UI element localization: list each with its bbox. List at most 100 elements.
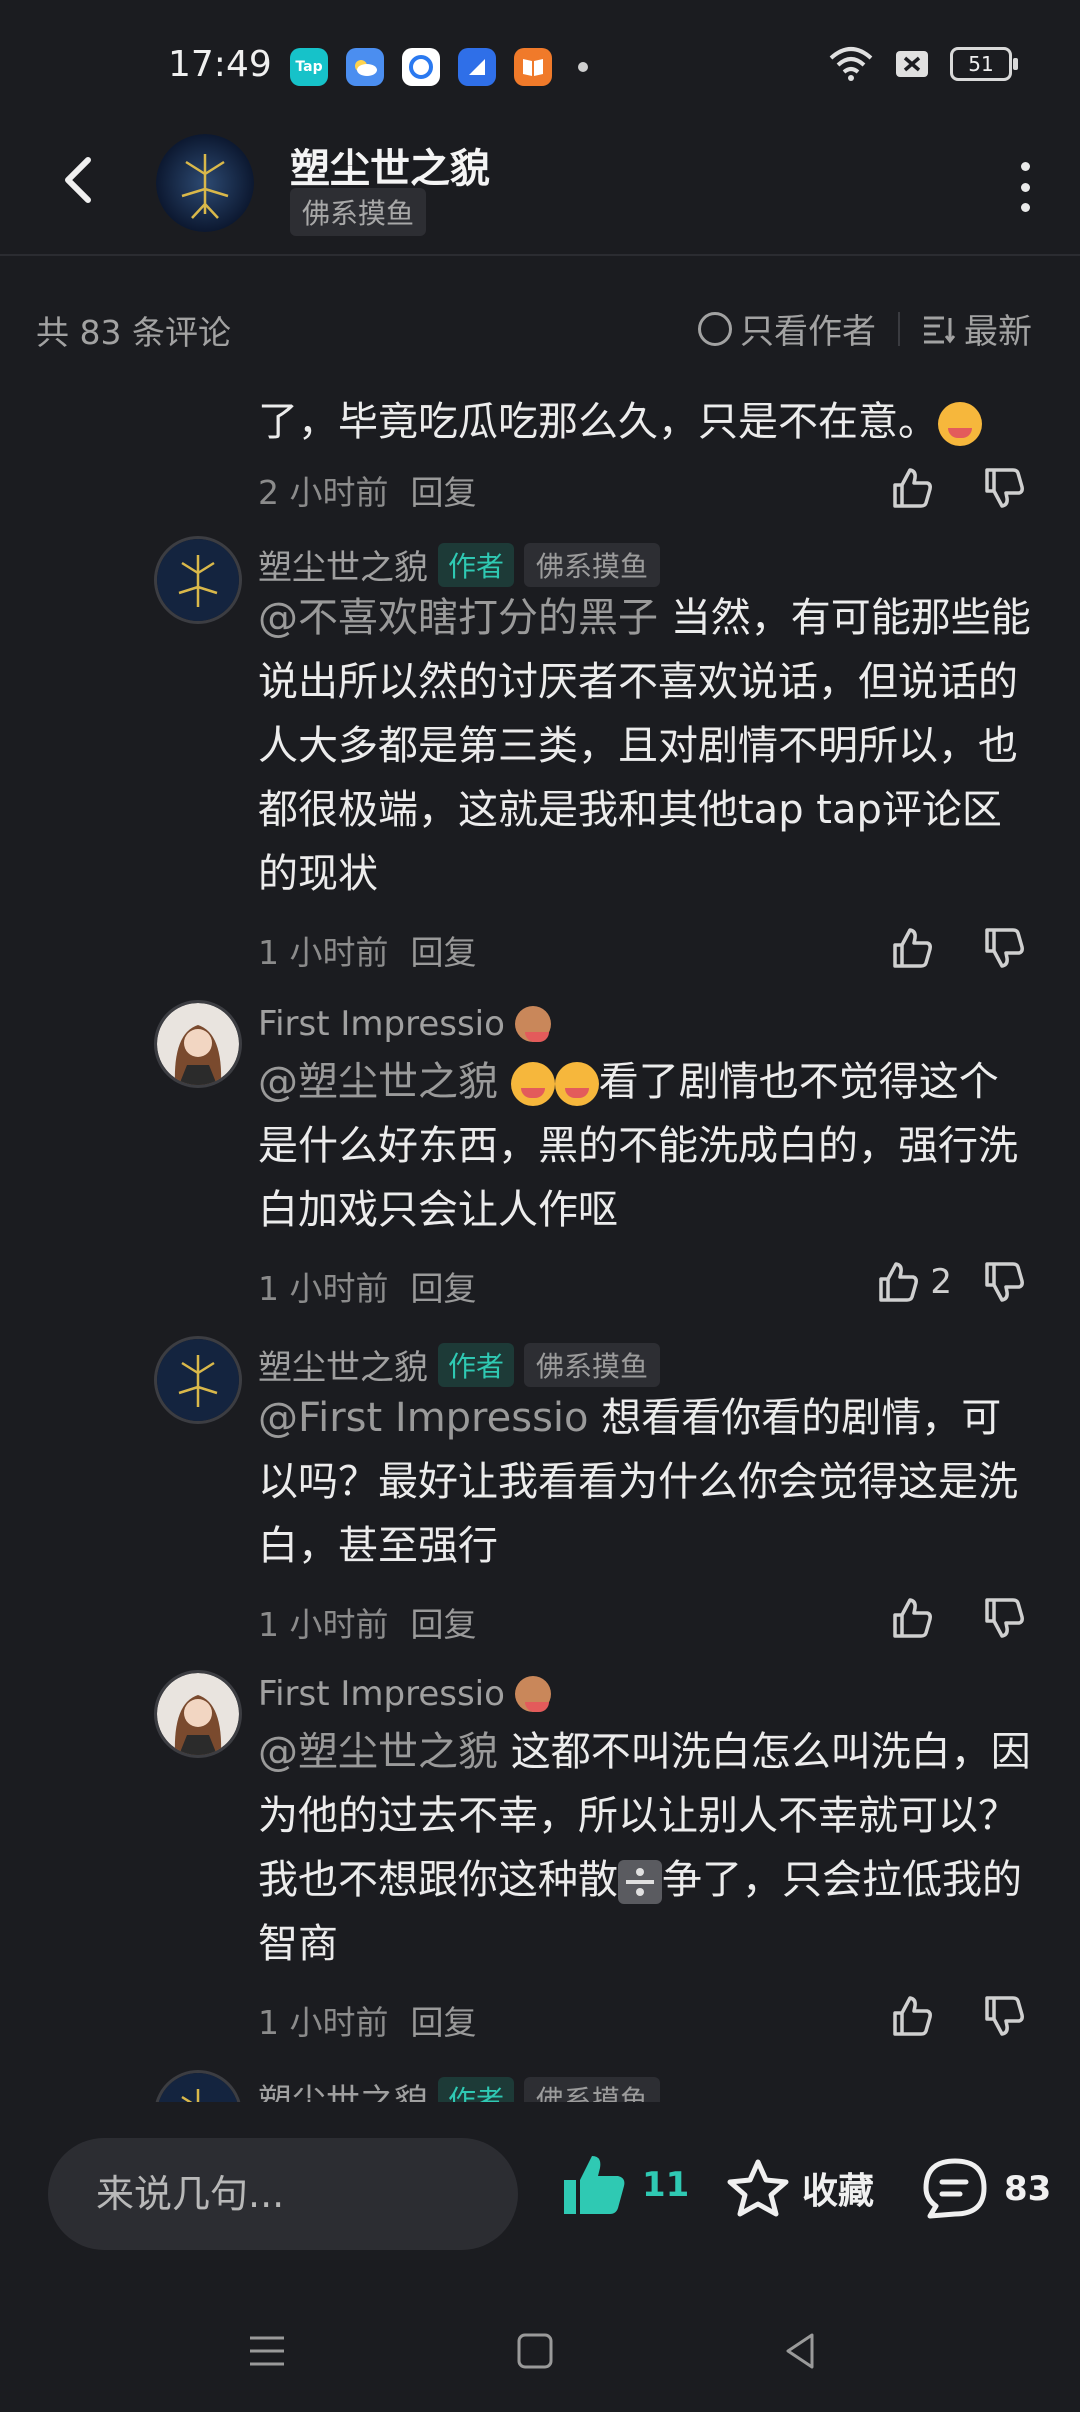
comment-actions [886, 462, 1030, 514]
reply-button[interactable]: 回复 [411, 2003, 477, 2042]
comment-meta: 2 小时前 回复 [258, 473, 477, 512]
reply-button[interactable]: 回复 [411, 473, 477, 512]
wifi-icon [829, 47, 873, 81]
notification-icons: Tap [290, 48, 588, 86]
comment-list: 了，毕竟吃瓜吃那么久，只是不在意。 2 小时前 回复 塑尘世之貌 作者 佛系摸鱼 … [0, 390, 1080, 2102]
favorite-button[interactable]: 收藏 [726, 2156, 874, 2220]
comment-count: 共 83 条评论 [36, 313, 231, 352]
sort-button[interactable]: 最新 [922, 304, 1032, 353]
commenter-name-row: First Impressio [258, 1674, 551, 1714]
commenter-avatar[interactable] [154, 1670, 242, 1758]
mention-link[interactable]: @塑尘世之貌 [258, 1729, 498, 1775]
comment-meta: 1 小时前 回复 [258, 1269, 477, 1308]
battery-icon: 51 [950, 47, 1018, 81]
commenter-name[interactable]: First Impressio [258, 1004, 505, 1044]
comment-actions: 2 [872, 1256, 1030, 1308]
back-icon[interactable] [52, 150, 112, 210]
group-badge: 佛系摸鱼 [524, 2076, 661, 2102]
dislike-icon[interactable] [978, 462, 1030, 514]
comment-text: @塑尘世之貌 这都不叫洗白怎么叫洗白，因为他的过去不幸，所以让别人不幸就可以？我… [258, 1729, 1031, 1967]
comment-meta: 1 小时前 回复 [258, 933, 477, 972]
commenter-name-row: 塑尘世之貌 作者 佛系摸鱼 [258, 2074, 661, 2102]
radio-circle-icon [698, 311, 732, 346]
like-icon[interactable] [886, 462, 938, 514]
only-author-toggle[interactable]: 只看作者 [698, 304, 876, 353]
author-badge: 作者 [438, 1342, 515, 1387]
comment-actions [886, 922, 1030, 974]
like-icon[interactable] [886, 922, 938, 974]
divider [898, 311, 900, 346]
comment-meta: 1 小时前 回复 [258, 1605, 477, 1644]
reply-button[interactable]: 回复 [411, 933, 477, 972]
more-notifications-icon [578, 62, 588, 72]
books-icon [514, 48, 552, 86]
recents-icon[interactable] [242, 2326, 292, 2376]
sort-icon [924, 316, 956, 343]
group-badge: 佛系摸鱼 [524, 1342, 661, 1387]
commenter-name-row: 塑尘世之貌 作者 佛系摸鱼 [258, 540, 661, 589]
like-icon[interactable] [886, 1990, 938, 2042]
commenter-name[interactable]: 塑尘世之貌 [258, 2074, 428, 2102]
comment-text: @塑尘世之貌 看了剧情也不觉得这个是什么好东西，黑的不能洗成白的，强行洗白加戏只… [258, 1059, 1018, 1233]
divide-emoji-icon [618, 1860, 662, 1904]
weather-icon [346, 48, 384, 86]
mention-link[interactable]: @First Impressio [258, 1395, 589, 1441]
comment-text: 了，毕竟吃瓜吃那么久，只是不在意。 [258, 390, 1038, 454]
commenter-name[interactable]: 塑尘世之貌 [258, 540, 428, 589]
emoji-icon [938, 402, 982, 446]
page-title: 塑尘世之貌 [290, 146, 490, 192]
status-bar: 17:49 Tap 51 [0, 0, 1080, 120]
user-badge-icon [514, 1006, 551, 1042]
more-options-icon[interactable] [1010, 162, 1040, 212]
dislike-icon[interactable] [978, 1592, 1030, 1644]
browser-icon [402, 48, 440, 86]
dislike-icon[interactable] [978, 922, 1030, 974]
user-badge-icon [514, 1676, 551, 1712]
comment-filters: 只看作者 最新 [698, 304, 1032, 353]
top-app-bar: 塑尘世之貌 佛系摸鱼 [0, 120, 1080, 256]
comment-actions [886, 1990, 1030, 2042]
emoji-icon [554, 1062, 599, 1106]
comment-toolbar: 共 83 条评论 只看作者 最新 [0, 290, 1080, 360]
bottom-action-bar: 来说几句... 11 收藏 83 [0, 2102, 1080, 2292]
emoji-icon [510, 1062, 555, 1106]
mention-link[interactable]: @塑尘世之貌 [258, 1059, 498, 1105]
comments-button[interactable]: 83 [920, 2156, 1051, 2222]
author-badge: 作者 [438, 542, 515, 587]
group-badge: 佛系摸鱼 [524, 542, 661, 587]
dislike-icon[interactable] [978, 1256, 1030, 1308]
sim-error-icon [896, 51, 928, 77]
like-icon[interactable] [872, 1256, 924, 1308]
commenter-avatar[interactable] [154, 1000, 242, 1088]
thumbs-up-icon [564, 2156, 625, 2214]
commenter-name-row: 塑尘世之貌 作者 佛系摸鱼 [258, 1340, 661, 1389]
author-group-tag: 佛系摸鱼 [290, 188, 427, 236]
reply-button[interactable]: 回复 [411, 1269, 477, 1308]
home-icon[interactable] [510, 2326, 560, 2376]
star-icon [727, 2159, 789, 2217]
commenter-name[interactable]: First Impressio [258, 1674, 505, 1714]
taptap-icon: Tap [290, 48, 328, 86]
comment-meta: 1 小时前 回复 [258, 2003, 477, 2042]
commenter-name-row: First Impressio [258, 1004, 551, 1044]
commenter-avatar[interactable] [154, 1336, 242, 1424]
app-icon [458, 48, 496, 86]
status-right: 51 [828, 46, 1018, 82]
author-avatar[interactable] [156, 134, 254, 232]
commenter-name[interactable]: 塑尘世之貌 [258, 1340, 428, 1389]
like-button[interactable]: 11 [560, 2152, 689, 2218]
commenter-avatar[interactable] [154, 536, 242, 624]
like-count: 2 [930, 1262, 952, 1302]
back-nav-icon[interactable] [776, 2326, 826, 2376]
like-total: 11 [642, 2165, 690, 2205]
comment-bubble-icon [923, 2158, 987, 2219]
mention-link[interactable]: @不喜欢瞎打分的黑子 [258, 595, 658, 641]
dislike-icon[interactable] [978, 1990, 1030, 2042]
reply-button[interactable]: 回复 [411, 1605, 477, 1644]
like-icon[interactable] [886, 1592, 938, 1644]
comment-input[interactable]: 来说几句... [48, 2138, 518, 2250]
commenter-avatar[interactable] [154, 2070, 242, 2102]
comment-text: @First Impressio 想看看你看的剧情，可以吗？最好让我看看为什么你… [258, 1395, 1018, 1569]
comment-actions [886, 1592, 1030, 1644]
system-nav-bar [0, 2292, 1080, 2412]
